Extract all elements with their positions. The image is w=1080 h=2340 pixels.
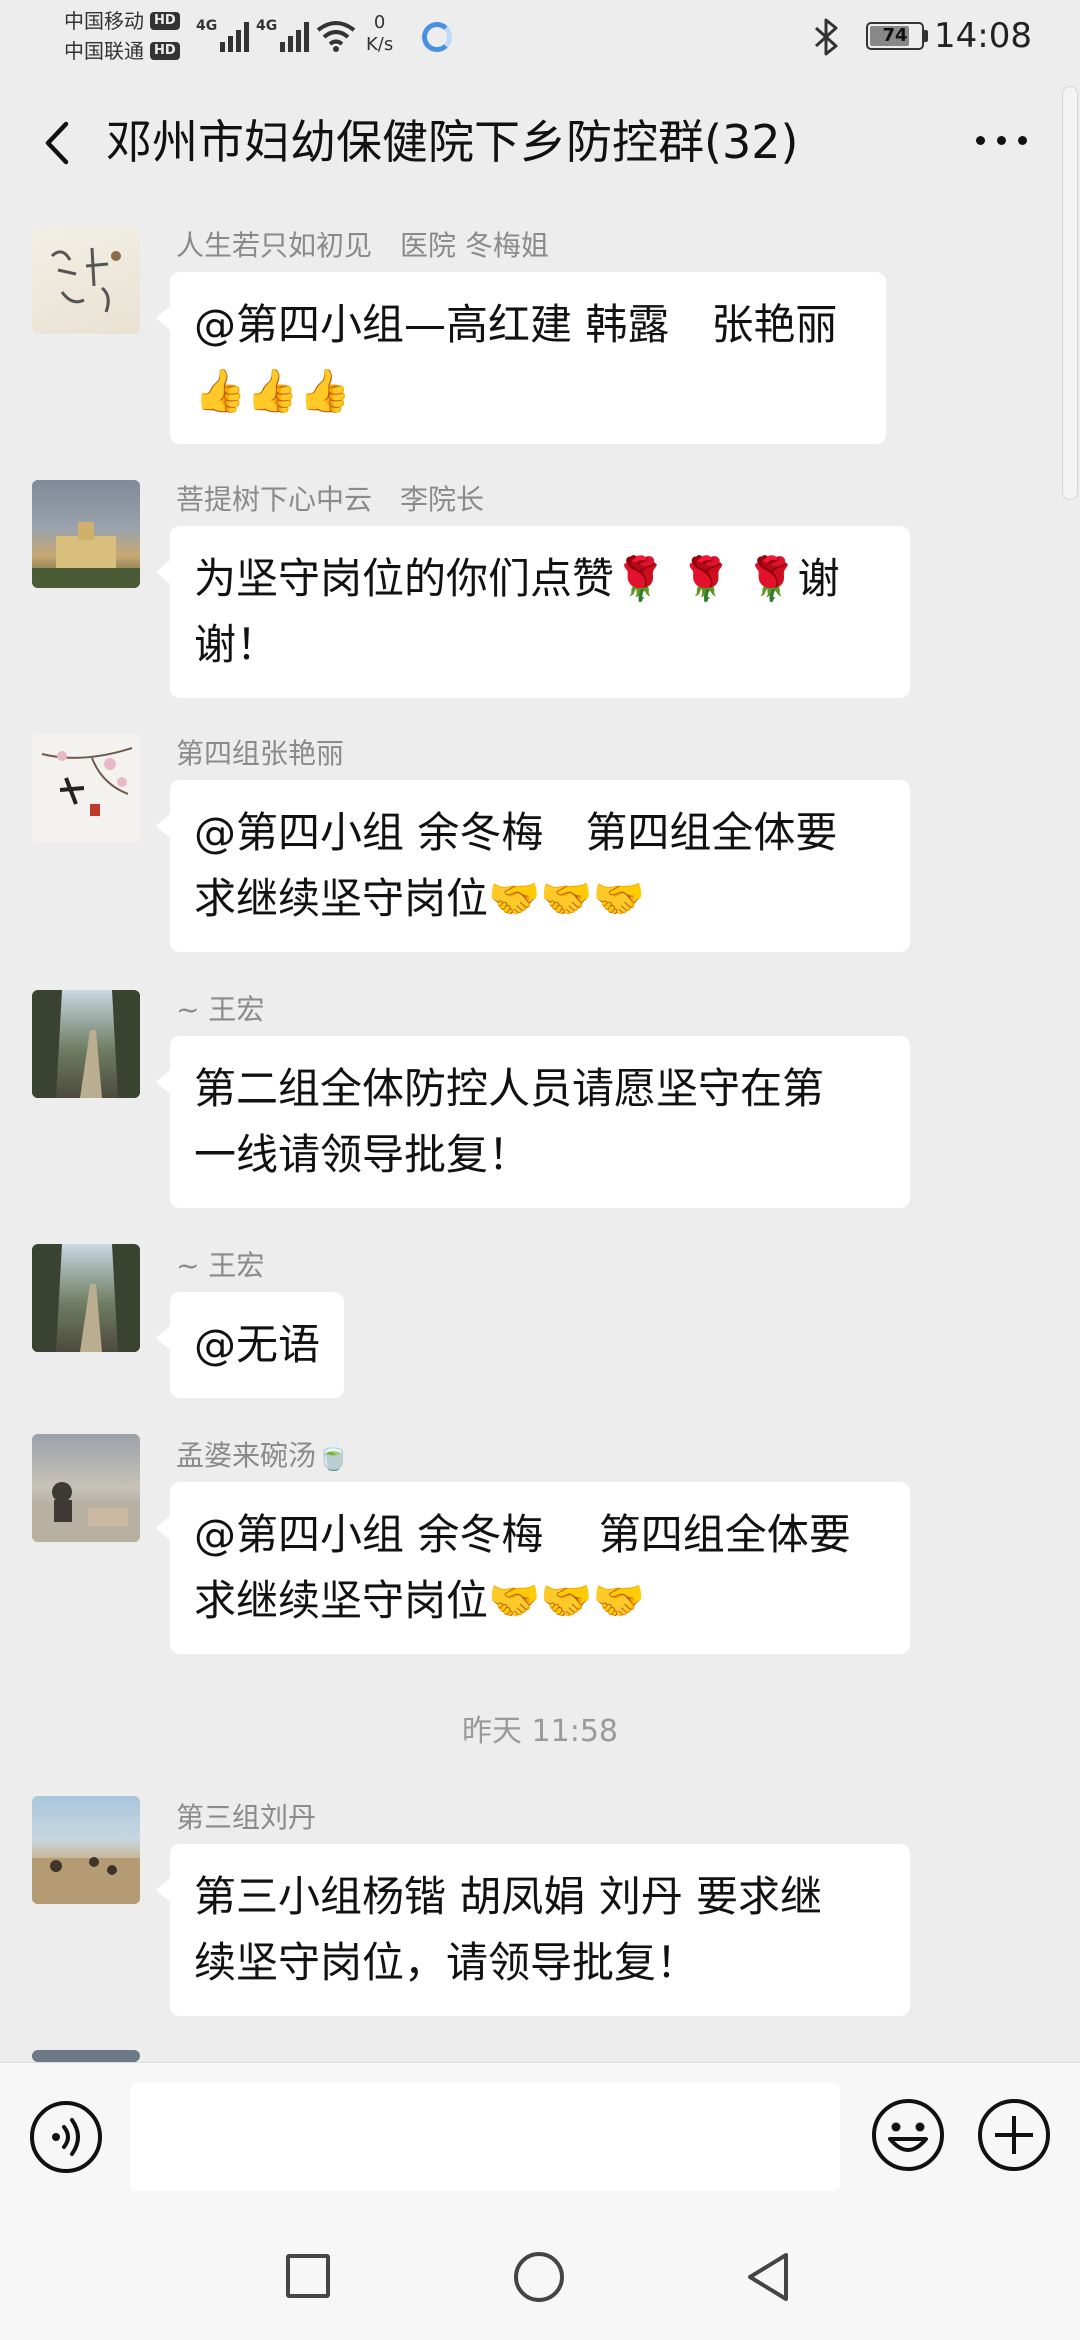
signal-icon-2: 4G [256,18,310,52]
message-text-line: 第三小组杨锴 胡凤娟 刘丹 要求继 [194,1872,823,1921]
beach-person-avatar-image [32,1482,140,1542]
status-bar: 中国移动 HD 中国联通 HD 4G 4G 0 K/s 74 14:08 [0,0,1080,72]
message-bubble[interactable]: @第四小组 余冬梅 第四组全体要 求继续坚守岗位🤝🤝🤝 [156,780,910,952]
net-type-2: 4G [256,18,278,34]
avatar[interactable] [32,990,140,1098]
calligraphy-avatar-image [50,247,121,313]
carrier-1: 中国移动 [64,9,144,33]
message-bubble[interactable]: 为坚守岗位的你们点赞🌹 🌹 🌹谢 谢！ [156,526,910,698]
signal-icon-1: 4G [196,18,250,52]
battery-tip [924,30,928,42]
message-text-line: 👍👍👍 [194,366,351,415]
carrier-2: 中国联通 [64,39,144,63]
message-text-line: 第二组全体防控人员请愿坚守在第 [194,1064,825,1113]
message-bubble[interactable]: @无语 [155,1292,345,1398]
voice-icon [52,2118,80,2156]
avatar[interactable] [32,734,140,842]
message-text-line: @第四小组 余冬梅 第四组全体要 [194,1510,851,1559]
message-text-line: 求继续坚守岗位🤝🤝🤝 [194,1576,645,1625]
net-type-1: 4G [196,18,218,34]
avatar[interactable] [32,480,140,588]
network-speed: 0 K/s [366,12,393,56]
chat-title: 邓州市妇幼保健院下乡防控群(32) [106,115,799,169]
speed-value: 0 [373,12,386,33]
chat-input-bar [0,2062,1080,2214]
message-text-line: 一线请领导批复！ [194,1130,531,1179]
message-bubble[interactable]: 第三小组杨锴 胡凤娟 刘丹 要求继 续坚守岗位，请领导批复！ [156,1844,910,2016]
sender-name: ~ 王宏 [176,993,265,1026]
voice-input-button[interactable] [30,2101,102,2173]
hd-badge-1: HD [150,12,180,30]
seaside-avatar-image [32,1857,140,1904]
message-input[interactable] [130,2083,840,2191]
chat-header: 邓州市妇幼保健院下乡防控群(32) [0,100,1080,184]
emoji-icon[interactable] [870,2097,946,2173]
home-circle-icon[interactable] [514,2252,564,2302]
battery-level: 74 [882,25,908,46]
scrollbar[interactable] [1062,86,1078,500]
message-text-line: @第四小组—高红建 韩露 张艳丽 [194,300,838,349]
message-bubble[interactable]: @第四小组 余冬梅 第四组全体要 求继续坚守岗位🤝🤝🤝 [156,1482,910,1654]
sync-icon [422,22,452,52]
message-bubble[interactable]: 第二组全体防控人员请愿坚守在第 一线请领导批复！ [156,1036,910,1208]
speed-unit: K/s [366,34,394,55]
tree-path-avatar-image [32,990,140,1098]
avatar[interactable] [32,1434,140,1542]
back-triangle-icon[interactable] [744,2250,794,2304]
avatar[interactable] [32,1244,140,1352]
sender-name: 人生若只如初见 医院 冬梅姐 [176,229,549,262]
clock: 14:08 [934,16,1032,56]
back-arrow-icon[interactable] [34,118,84,168]
more-functions-plus-button[interactable] [978,2099,1050,2171]
sender-name: 第三组刘丹 [176,1801,317,1834]
message-text-line: 谢！ [194,620,279,669]
sender-name: 孟婆来碗汤🍵 [176,1439,351,1472]
carrier-info: 中国移动 HD 中国联通 HD [64,6,180,66]
message-text-line: 续坚守岗位，请领导批复！ [194,1938,699,1987]
flower-calligraphy-avatar-image [41,747,133,816]
bluetooth-icon [814,18,838,56]
message-bubble[interactable]: @第四小组—高红建 韩露 张艳丽 👍👍👍 [156,272,886,444]
wifi-icon [316,21,356,52]
recent-apps-square-icon[interactable] [286,2254,330,2298]
hd-badge-2: HD [150,42,180,60]
message-text-line: @第四小组 余冬梅 第四组全体要 [194,808,838,857]
message-text-line: @无语 [194,1320,321,1369]
message-text-line: 求继续坚守岗位🤝🤝🤝 [194,874,645,923]
time-divider: 昨天 11:58 [462,1714,618,1749]
avatar[interactable] [32,226,140,334]
message-text-line: 为坚守岗位的你们点赞🌹 🌹 🌹谢 [194,554,840,603]
sender-name: ~ 王宏 [176,1249,265,1282]
avatar-partial [32,2050,140,2062]
more-options-icon[interactable] [976,136,1027,145]
sender-name: 第四组张艳丽 [176,737,345,770]
sender-name: 菩提树下心中云 李院长 [176,483,485,516]
tree-path-avatar-image [32,1244,140,1352]
avatar[interactable] [32,1796,140,1904]
system-navigation-bar [0,2214,1080,2340]
battery-icon: 74 [866,22,924,50]
building-avatar-image [32,522,140,588]
